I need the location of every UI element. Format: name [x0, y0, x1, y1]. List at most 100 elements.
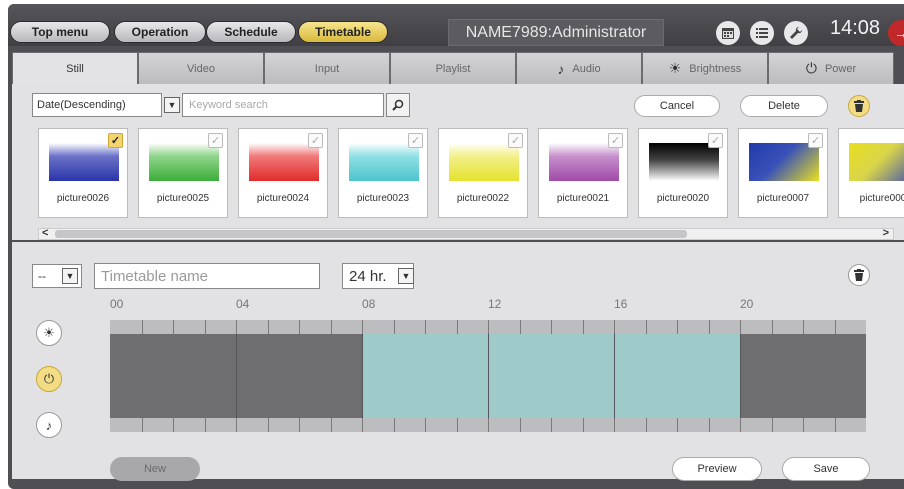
power-icon: ⏻ — [805, 60, 817, 76]
hour-tick — [393, 320, 395, 334]
hour-tick — [551, 418, 552, 432]
tab-brightness[interactable]: ☀ Brightness — [642, 52, 768, 84]
brightness-icon[interactable]: ☀ — [36, 320, 62, 346]
hour-label: 16 — [614, 297, 628, 311]
new-button[interactable]: New — [110, 457, 200, 481]
tab-label: Video — [187, 62, 215, 75]
audio-icon[interactable]: ♪ — [36, 412, 62, 438]
scroll-right-icon[interactable]: > — [883, 227, 889, 239]
hour-tick — [236, 320, 237, 334]
thumbnail-label: picture0023 — [356, 193, 410, 204]
hour-tick — [173, 320, 174, 334]
thumbnail-label: picture0022 — [456, 193, 510, 204]
horizontal-scrollbar[interactable]: < > — [38, 227, 894, 240]
hour-tick — [204, 320, 206, 334]
tab-label: Input — [314, 62, 340, 75]
select-checkbox[interactable]: ✓ — [608, 133, 623, 148]
thumbnail-card[interactable]: ✓ picture0007 — [738, 128, 828, 218]
thumbnail-card[interactable]: ✓picture000 — [838, 128, 904, 218]
tab-input[interactable]: Input — [264, 52, 390, 84]
search-icon[interactable] — [386, 93, 410, 117]
chevron-down-icon[interactable]: ▼ — [164, 97, 180, 113]
thumbnail-image — [849, 143, 904, 181]
preview-button[interactable]: Preview — [672, 457, 762, 481]
thumbnail-label: picture0026 — [56, 193, 110, 204]
select-checkbox[interactable]: ✓ — [108, 133, 123, 148]
thumbnail-label: picture0025 — [156, 193, 210, 204]
hour-label: 00 — [110, 297, 124, 311]
exit-icon[interactable]: → — [888, 20, 904, 46]
thumbnail-card[interactable]: ✓ picture0021 — [538, 128, 628, 218]
delete-button[interactable]: Delete — [740, 95, 828, 117]
tab-video[interactable]: Video — [138, 52, 264, 84]
day-value: -- — [38, 269, 46, 283]
trash-icon[interactable] — [848, 95, 870, 117]
list-icon[interactable] — [750, 21, 774, 45]
hour-tick — [425, 418, 426, 432]
select-checkbox[interactable]: ✓ — [508, 133, 523, 148]
timeline-segment[interactable] — [740, 334, 866, 418]
timeline[interactable] — [110, 320, 866, 432]
hour-tick — [614, 320, 615, 334]
sort-select[interactable]: Date(Descending) — [32, 93, 162, 117]
hour-label: 20 — [740, 297, 754, 311]
nav-operation[interactable]: Operation — [114, 21, 206, 43]
hour-tick — [582, 418, 584, 432]
thumbnail-label: picture0007 — [756, 193, 810, 204]
thumbnail-image — [149, 143, 219, 181]
hour-tick — [141, 418, 143, 432]
thumbnail-card[interactable]: ✓ picture0026 — [38, 128, 128, 218]
calendar-icon[interactable] — [716, 21, 740, 45]
tab-label: Playlist — [435, 62, 471, 75]
hour-label: 12 — [488, 297, 502, 311]
hour-label: 04 — [236, 297, 250, 311]
select-checkbox[interactable]: ✓ — [708, 133, 723, 148]
tab-still[interactable]: Still — [12, 52, 138, 84]
hour-divider — [488, 334, 489, 418]
hour-tick — [834, 418, 836, 432]
chevron-down-icon[interactable]: ▼ — [398, 268, 414, 284]
nav-schedule[interactable]: Schedule — [206, 21, 296, 43]
trash-icon[interactable] — [848, 264, 870, 286]
chevron-down-icon[interactable]: ▼ — [62, 268, 78, 284]
hour-tick — [488, 418, 489, 432]
timetable-name-input[interactable] — [94, 263, 320, 289]
hour-tick — [393, 418, 395, 432]
thumbnail-label: picture0021 — [556, 193, 610, 204]
save-button[interactable]: Save — [782, 457, 870, 481]
power-icon[interactable]: ⏻ — [36, 366, 62, 392]
select-checkbox[interactable]: ✓ — [308, 133, 323, 148]
hour-tick — [456, 418, 458, 432]
thumbnail-card[interactable]: ✓ picture0020 — [638, 128, 728, 218]
hour-tick — [645, 320, 647, 334]
tab-audio[interactable]: ♪ Audio — [516, 52, 642, 84]
select-checkbox[interactable]: ✓ — [208, 133, 223, 148]
thumbnail-card[interactable]: ✓ picture0022 — [438, 128, 528, 218]
keyword-search-input[interactable] — [182, 93, 384, 117]
tab-power[interactable]: ⏻ Power — [768, 52, 894, 84]
nav-top-menu[interactable]: Top menu — [10, 21, 110, 43]
tab-label: Audio — [572, 62, 601, 75]
scrollbar-thumb[interactable] — [55, 230, 687, 238]
wrench-icon[interactable] — [784, 21, 808, 45]
hour-tick — [582, 320, 584, 334]
thumbnail-image — [549, 143, 619, 181]
thumbnail-card[interactable]: ✓ picture0024 — [238, 128, 328, 218]
select-checkbox[interactable]: ✓ — [808, 133, 823, 148]
hour-tick — [803, 320, 804, 334]
thumbnail-image — [749, 143, 819, 181]
sort-value: Date(Descending) — [37, 99, 126, 111]
hour-tick — [551, 320, 552, 334]
select-checkbox[interactable]: ✓ — [408, 133, 423, 148]
thumbnail-card[interactable]: ✓ picture0023 — [338, 128, 428, 218]
hour-tick — [519, 418, 521, 432]
thumbnail-label: picture0024 — [256, 193, 310, 204]
timeline-segment[interactable] — [362, 334, 740, 418]
thumbnail-card[interactable]: ✓ picture0025 — [138, 128, 228, 218]
cancel-button[interactable]: Cancel — [634, 95, 720, 117]
nav-timetable[interactable]: Timetable — [298, 21, 388, 43]
scroll-left-icon[interactable]: < — [42, 227, 48, 239]
tab-playlist[interactable]: Playlist — [390, 52, 516, 84]
timeline-body[interactable] — [110, 334, 866, 418]
hour-tick — [173, 418, 174, 432]
